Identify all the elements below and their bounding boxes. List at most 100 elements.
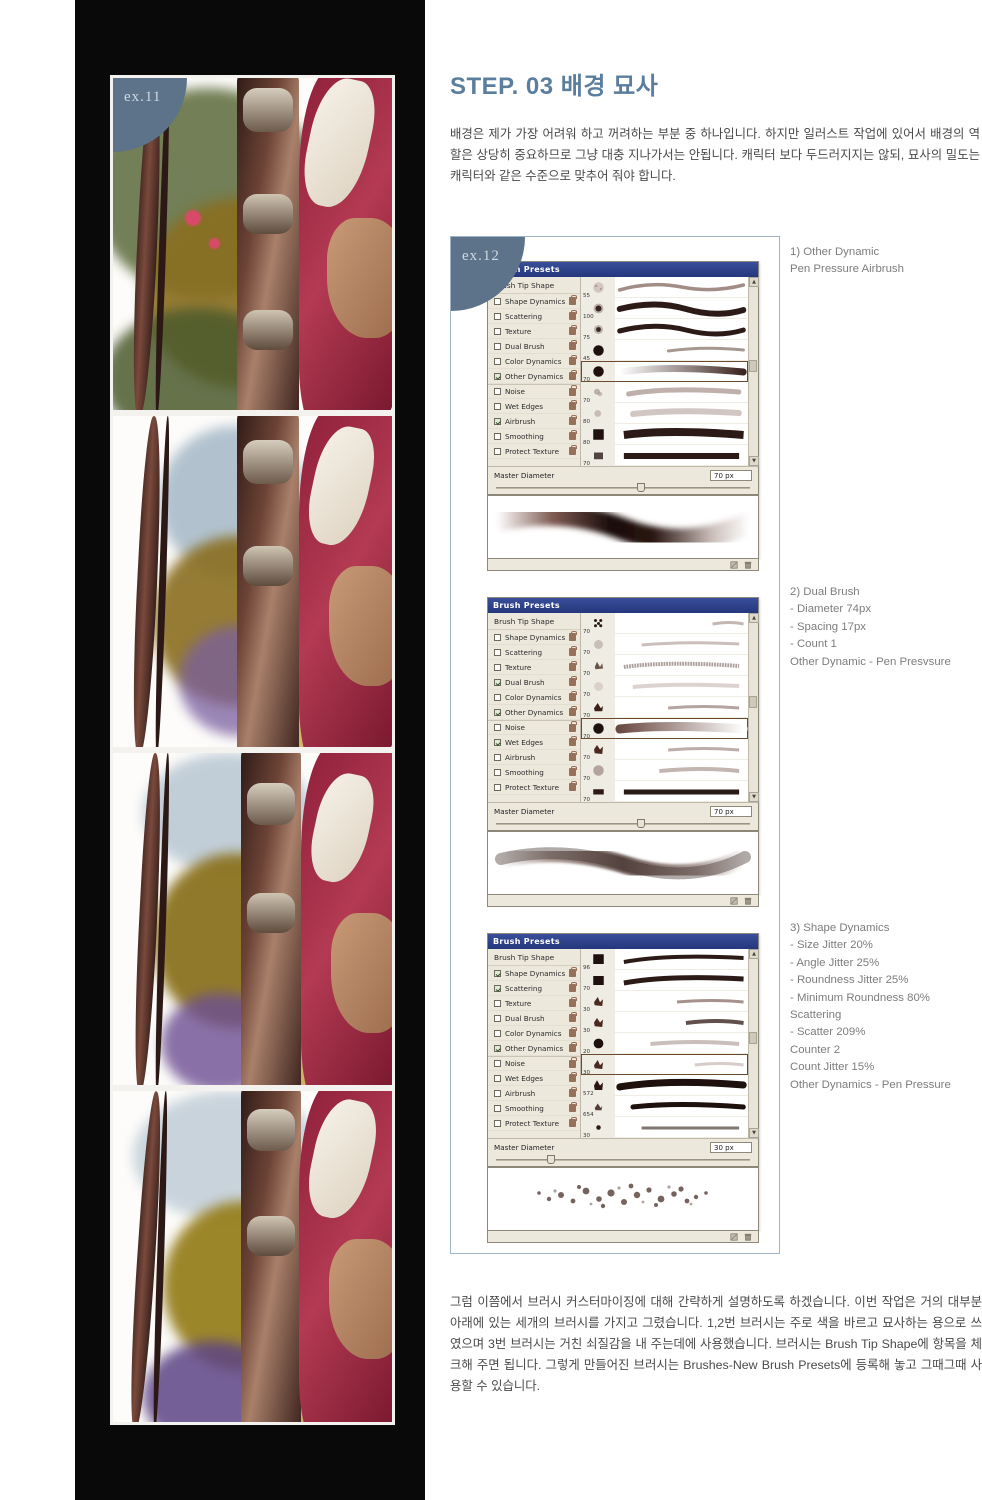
checkbox-wet-edges-3[interactable] bbox=[494, 1074, 501, 1082]
scroll-down-icon[interactable]: ▼ bbox=[749, 1128, 759, 1138]
new-brush-icon[interactable] bbox=[730, 560, 738, 569]
brush-presets-titlebar-1[interactable]: Brush Presets bbox=[488, 262, 758, 277]
option-shape-dynamics-1[interactable]: Shape Dynamics bbox=[488, 294, 580, 309]
lock-icon[interactable] bbox=[569, 996, 577, 1007]
brush-list-item[interactable]: 100 bbox=[581, 298, 748, 320]
lock-icon[interactable] bbox=[569, 780, 577, 791]
brush-presets-titlebar-2[interactable]: Brush Presets bbox=[488, 598, 758, 613]
lock-icon[interactable] bbox=[569, 1116, 577, 1127]
option-scattering-3[interactable]: Scattering bbox=[488, 981, 580, 996]
checkbox-noise-1[interactable] bbox=[494, 388, 501, 395]
checkbox-dual-brush-1[interactable] bbox=[494, 342, 501, 350]
option-wet-edges-2[interactable]: Wet Edges bbox=[488, 735, 580, 750]
option-other-dynamics-3[interactable]: Other Dynamics bbox=[488, 1041, 580, 1056]
option-dual-brush-3[interactable]: Dual Brush bbox=[488, 1011, 580, 1026]
lock-icon[interactable] bbox=[569, 630, 577, 641]
checkbox-airbrush-1[interactable] bbox=[494, 417, 501, 425]
delete-brush-icon[interactable] bbox=[744, 897, 752, 905]
checkbox-other-dynamics-2[interactable] bbox=[494, 708, 501, 716]
brush-list-item[interactable]: 70 bbox=[581, 382, 748, 404]
lock-icon[interactable] bbox=[569, 705, 577, 716]
checkbox-airbrush-2[interactable] bbox=[494, 753, 501, 761]
brush-list-item-selected[interactable]: 70 bbox=[581, 718, 748, 740]
checkbox-dual-brush-2[interactable] bbox=[494, 678, 501, 686]
option-noise-1[interactable]: Noise bbox=[488, 384, 580, 399]
brush-tip-shape-label-2[interactable]: Brush Tip Shape bbox=[488, 613, 580, 630]
option-noise-2[interactable]: Noise bbox=[488, 720, 580, 735]
brush-list-item-selected[interactable]: 70 bbox=[581, 361, 748, 383]
brush-list-item[interactable]: 30 bbox=[581, 1012, 748, 1034]
brush-list-item[interactable]: 70 bbox=[581, 760, 748, 782]
brush-list-item[interactable]: 80 bbox=[581, 424, 748, 446]
checkbox-noise-2[interactable] bbox=[494, 724, 501, 731]
lock-icon[interactable] bbox=[569, 1071, 577, 1082]
checkbox-shape-dynamics-3[interactable] bbox=[494, 969, 501, 977]
scroll-up-icon[interactable]: ▲ bbox=[749, 277, 759, 287]
brush-list-item[interactable]: 75 bbox=[581, 319, 748, 341]
checkbox-scattering-1[interactable] bbox=[494, 312, 501, 320]
option-dual-brush-1[interactable]: Dual Brush bbox=[488, 339, 580, 354]
checkbox-other-dynamics-1[interactable] bbox=[494, 372, 501, 380]
checkbox-protect-texture-2[interactable] bbox=[494, 783, 501, 791]
lock-icon[interactable] bbox=[569, 324, 577, 335]
scroll-down-icon[interactable]: ▼ bbox=[749, 456, 759, 466]
checkbox-color-dynamics-2[interactable] bbox=[494, 693, 501, 701]
brush-list-scrollbar-2[interactable]: ▲ ▼ bbox=[748, 613, 759, 802]
brush-presets-titlebar-3[interactable]: Brush Presets bbox=[488, 934, 758, 949]
brush-list-item[interactable]: 70 bbox=[581, 445, 748, 467]
lock-icon[interactable] bbox=[569, 966, 577, 977]
option-color-dynamics-2[interactable]: Color Dynamics bbox=[488, 690, 580, 705]
option-texture-1[interactable]: Texture bbox=[488, 324, 580, 339]
option-smoothing-1[interactable]: Smoothing bbox=[488, 429, 580, 444]
option-scattering-2[interactable]: Scattering bbox=[488, 645, 580, 660]
lock-icon[interactable] bbox=[569, 645, 577, 656]
scrollbar-thumb[interactable] bbox=[749, 360, 757, 373]
checkbox-scattering-3[interactable] bbox=[494, 984, 501, 992]
checkbox-texture-3[interactable] bbox=[494, 999, 501, 1007]
master-diameter-value[interactable]: 30 px bbox=[710, 1142, 752, 1153]
option-shape-dynamics-2[interactable]: Shape Dynamics bbox=[488, 630, 580, 645]
brush-list-item-selected[interactable]: 30 bbox=[581, 1054, 748, 1076]
brush-list-item[interactable]: 70 bbox=[581, 613, 748, 635]
checkbox-dual-brush-3[interactable] bbox=[494, 1014, 501, 1022]
option-scattering-1[interactable]: Scattering bbox=[488, 309, 580, 324]
brush-list-item[interactable]: 572 bbox=[581, 1075, 748, 1097]
brush-list-scrollbar-3[interactable]: ▲ ▼ bbox=[748, 949, 759, 1138]
master-diameter-slider-3[interactable] bbox=[488, 1154, 758, 1166]
lock-icon[interactable] bbox=[569, 1057, 577, 1068]
lock-icon[interactable] bbox=[569, 721, 577, 732]
checkbox-smoothing-1[interactable] bbox=[494, 432, 501, 440]
lock-icon[interactable] bbox=[569, 1041, 577, 1052]
scroll-up-icon[interactable]: ▲ bbox=[749, 949, 759, 959]
brush-list-item[interactable]: 30 bbox=[581, 1117, 748, 1139]
brush-list-3[interactable]: 96 70 30 30 20 30 572 654 30 bbox=[581, 949, 748, 1139]
checkbox-scattering-2[interactable] bbox=[494, 648, 501, 656]
checkbox-wet-edges-1[interactable] bbox=[494, 402, 501, 410]
lock-icon[interactable] bbox=[569, 1011, 577, 1022]
brush-list-item[interactable]: 96 bbox=[581, 949, 748, 971]
new-brush-icon[interactable] bbox=[730, 1232, 738, 1241]
brush-list-item[interactable]: 80 bbox=[581, 403, 748, 425]
checkbox-texture-1[interactable] bbox=[494, 327, 501, 335]
option-dual-brush-2[interactable]: Dual Brush bbox=[488, 675, 580, 690]
slider-knob[interactable] bbox=[636, 483, 645, 492]
lock-icon[interactable] bbox=[569, 444, 577, 455]
brush-list-item[interactable]: 30 bbox=[581, 991, 748, 1013]
lock-icon[interactable] bbox=[569, 369, 577, 380]
lock-icon[interactable] bbox=[569, 339, 577, 350]
checkbox-shape-dynamics-1[interactable] bbox=[494, 297, 501, 305]
master-diameter-slider-1[interactable] bbox=[488, 482, 758, 494]
master-diameter-value[interactable]: 70 px bbox=[710, 806, 752, 817]
option-texture-2[interactable]: Texture bbox=[488, 660, 580, 675]
lock-icon[interactable] bbox=[569, 399, 577, 410]
new-brush-icon[interactable] bbox=[730, 896, 738, 905]
brush-list-item[interactable]: 70 bbox=[581, 634, 748, 656]
lock-icon[interactable] bbox=[569, 660, 577, 671]
brush-list-item[interactable]: 70 bbox=[581, 655, 748, 677]
brush-tip-shape-label-3[interactable]: Brush Tip Shape bbox=[488, 949, 580, 966]
option-noise-3[interactable]: Noise bbox=[488, 1056, 580, 1071]
delete-brush-icon[interactable] bbox=[744, 561, 752, 569]
checkbox-other-dynamics-3[interactable] bbox=[494, 1044, 501, 1052]
lock-icon[interactable] bbox=[569, 1101, 577, 1112]
option-smoothing-3[interactable]: Smoothing bbox=[488, 1101, 580, 1116]
